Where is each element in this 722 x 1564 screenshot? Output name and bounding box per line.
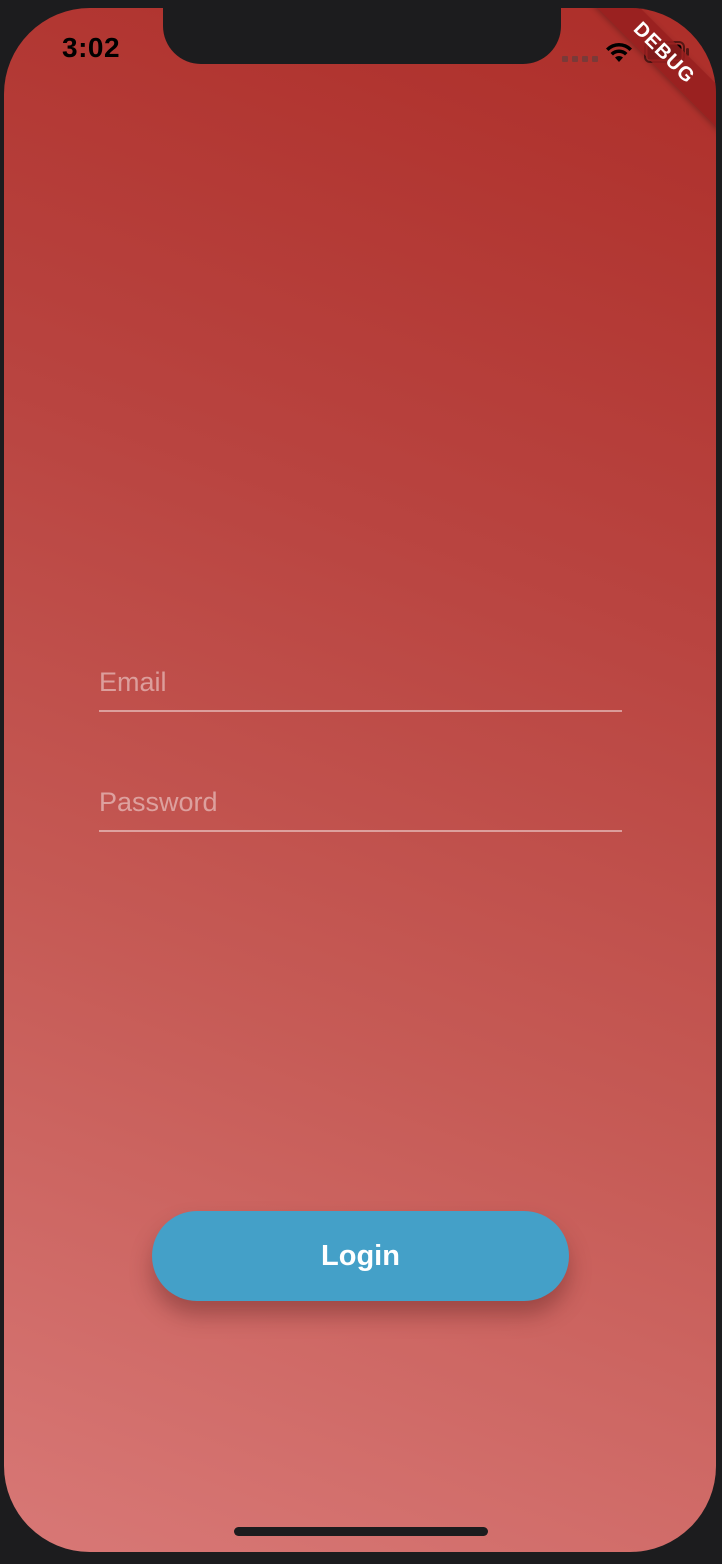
signal-icon (562, 56, 598, 62)
login-button[interactable]: Login (152, 1211, 569, 1301)
app-screen: 3:02 DEBUG Login (4, 8, 716, 1552)
wifi-icon (606, 42, 632, 62)
email-field[interactable] (99, 654, 622, 710)
home-indicator (234, 1527, 488, 1536)
debug-banner: DEBUG (575, 8, 716, 142)
status-time: 3:02 (62, 32, 121, 63)
email-field-container (99, 654, 622, 712)
device-notch (163, 8, 561, 64)
password-field-container (99, 774, 622, 832)
password-field[interactable] (99, 774, 622, 830)
